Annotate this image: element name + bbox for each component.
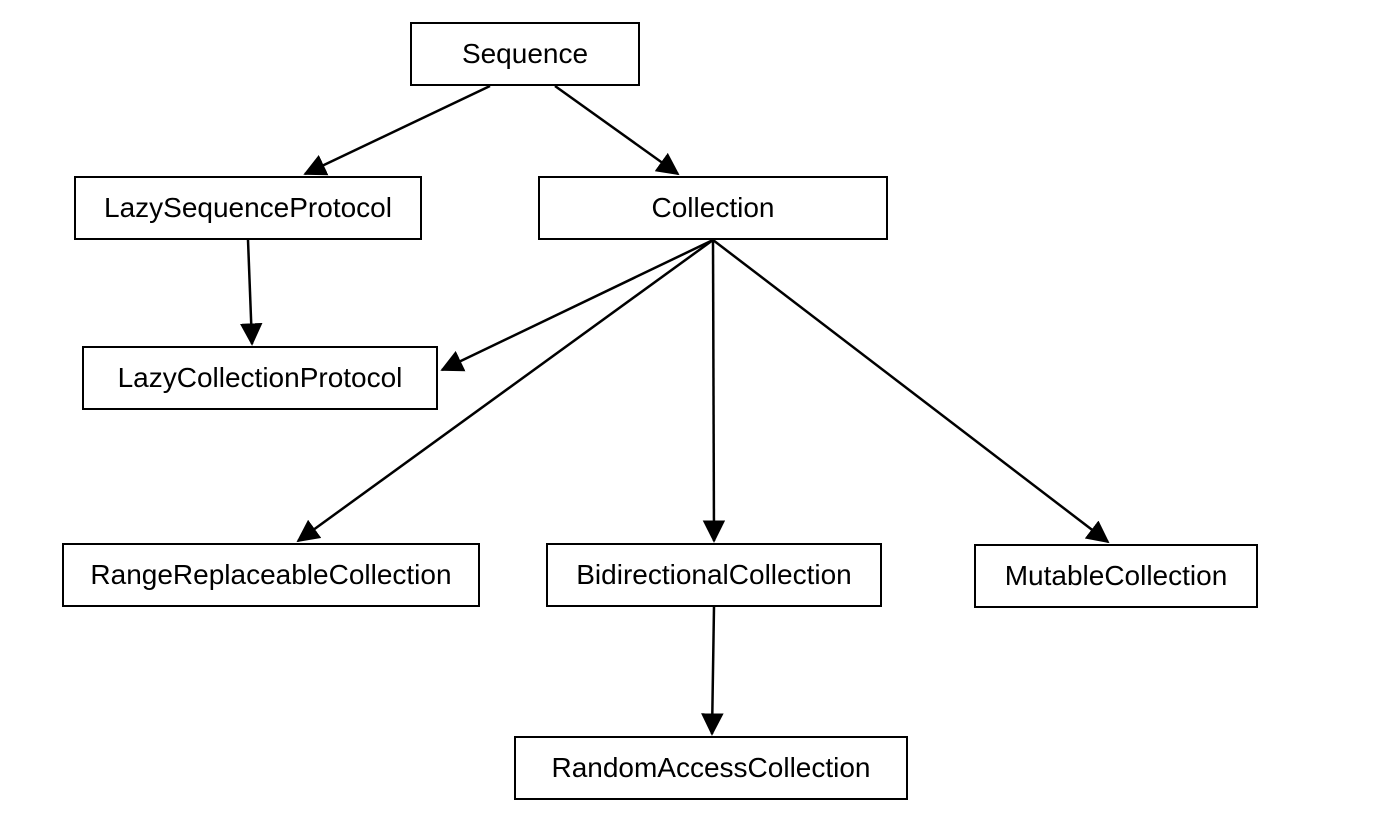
- node-label: LazyCollectionProtocol: [118, 361, 403, 395]
- node-randomaccesscollection: RandomAccessCollection: [514, 736, 908, 800]
- edge-sequence-to-lazysequenceprotocol: [305, 86, 490, 174]
- node-label: LazySequenceProtocol: [104, 191, 392, 225]
- edge-sequence-to-collection: [555, 86, 678, 174]
- node-sequence: Sequence: [410, 22, 640, 86]
- edge-collection-to-bidirectionalcollection: [713, 240, 714, 541]
- edges-layer: [0, 0, 1383, 833]
- node-lazycollectionprotocol: LazyCollectionProtocol: [82, 346, 438, 410]
- node-lazysequenceprotocol: LazySequenceProtocol: [74, 176, 422, 240]
- node-label: RangeReplaceableCollection: [90, 558, 451, 592]
- edge-collection-to-lazycollectionprotocol: [442, 240, 713, 370]
- node-bidirectionalcollection: BidirectionalCollection: [546, 543, 882, 607]
- edge-lazysequenceprotocol-to-lazycollectionprotocol: [248, 240, 252, 344]
- node-label: Sequence: [462, 37, 588, 71]
- edge-collection-to-mutablecollection: [713, 240, 1108, 542]
- node-mutablecollection: MutableCollection: [974, 544, 1258, 608]
- node-label: Collection: [652, 191, 775, 225]
- node-label: MutableCollection: [1005, 559, 1228, 593]
- node-label: BidirectionalCollection: [576, 558, 851, 592]
- node-rangereplaceablecollection: RangeReplaceableCollection: [62, 543, 480, 607]
- node-collection: Collection: [538, 176, 888, 240]
- node-label: RandomAccessCollection: [551, 751, 870, 785]
- edge-bidirectionalcollection-to-randomaccesscollection: [712, 607, 714, 734]
- diagram-canvas: Sequence LazySequenceProtocol Collection…: [0, 0, 1383, 833]
